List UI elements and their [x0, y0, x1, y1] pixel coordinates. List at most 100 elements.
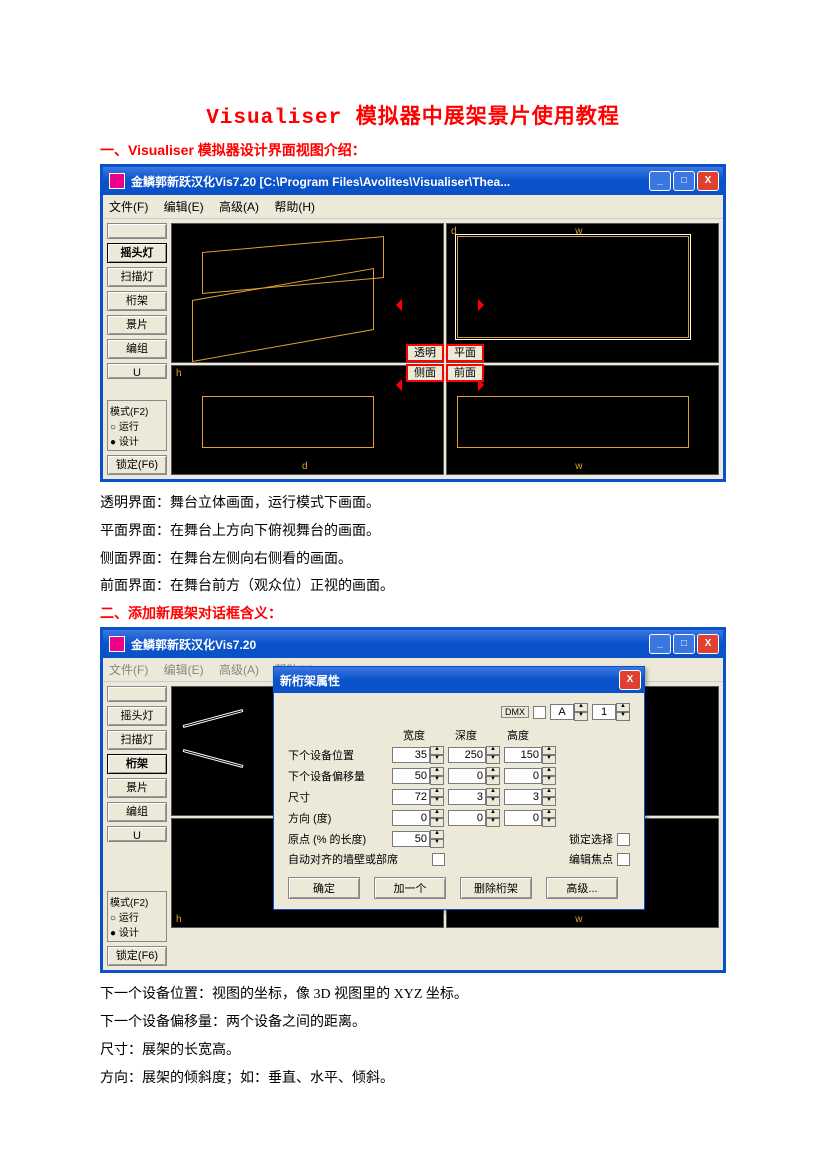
desc-direction: 方向：展架的倾斜度；如：垂直、水平、倾斜。	[100, 1067, 726, 1091]
input-pos-d[interactable]: ▲▼	[448, 746, 500, 764]
input-off-h[interactable]: ▲▼	[504, 767, 556, 785]
row-next-pos: 下个设备位置 ▲▼ ▲▼ ▲▼	[288, 746, 630, 764]
label-side: 侧面	[406, 364, 444, 382]
tool-truss[interactable]: 桁架	[107, 291, 167, 311]
app-icon	[109, 173, 125, 189]
desc-transparent: 透明界面：舞台立体画面，运行模式下画面。	[100, 492, 726, 516]
minimize-button[interactable]: _	[649, 171, 671, 191]
window-visualiser-main: 金鳞郭新跃汉化Vis7.20 [C:\Program Files\Avolite…	[100, 164, 726, 482]
label-plan: 平面	[446, 344, 484, 362]
tool-panel: 摇头灯 扫描灯 桁架 景片 编组 U 模式(F2) ○ 运行 ● 设计 锁定(F…	[107, 686, 167, 966]
menu-edit[interactable]: 编辑(E)	[164, 200, 204, 214]
tool-blank-1[interactable]	[107, 686, 167, 702]
desc-size: 尺寸：展架的长宽高。	[100, 1039, 726, 1063]
delete-button[interactable]: 删除桁架	[460, 877, 532, 899]
menu-advanced[interactable]: 高级(A)	[219, 200, 259, 214]
label-lock-sel: 锁定选择	[569, 831, 613, 847]
address-select[interactable]: ▲▼	[592, 703, 630, 721]
dmx-button[interactable]: DMX	[501, 706, 529, 718]
check-lock-sel[interactable]	[617, 833, 630, 846]
menu-file[interactable]: 文件(F)	[109, 200, 148, 214]
tool-scanner[interactable]: 扫描灯	[107, 730, 167, 750]
label-front: 前面	[446, 364, 484, 382]
desc-next-pos: 下一个设备位置：视图的坐标，像 3D 视图里的 XYZ 坐标。	[100, 983, 726, 1007]
tool-u[interactable]: U	[107, 826, 167, 842]
input-pos-w[interactable]: ▲▼	[392, 746, 444, 764]
input-size-w[interactable]: ▲▼	[392, 788, 444, 806]
desc-plan: 平面界面：在舞台上方向下俯视舞台的画面。	[100, 520, 726, 544]
tool-scenery[interactable]: 景片	[107, 315, 167, 335]
dialog-title: 新桁架属性	[280, 672, 340, 689]
tool-group[interactable]: 编组	[107, 339, 167, 359]
titlebar[interactable]: 金鳞郭新跃汉化Vis7.20 _ □ X	[103, 630, 723, 658]
tool-scenery[interactable]: 景片	[107, 778, 167, 798]
label-size: 尺寸	[288, 789, 388, 805]
tool-scanner[interactable]: 扫描灯	[107, 267, 167, 287]
app-icon	[109, 636, 125, 652]
col-width: 宽度	[403, 727, 425, 743]
titlebar[interactable]: 金鳞郭新跃汉化Vis7.20 [C:\Program Files\Avolite…	[103, 167, 723, 195]
mode-box: 模式(F2) ○ 运行 ● 设计	[107, 891, 167, 942]
input-off-w[interactable]: ▲▼	[392, 767, 444, 785]
tool-u[interactable]: U	[107, 363, 167, 379]
viewport-side[interactable]: h d	[171, 365, 444, 475]
mode-design[interactable]: ● 设计	[110, 433, 164, 448]
mode-design[interactable]: ● 设计	[110, 924, 164, 939]
dialog-close-button[interactable]: X	[619, 670, 641, 690]
input-off-d[interactable]: ▲▼	[448, 767, 500, 785]
col-height: 高度	[507, 727, 529, 743]
row-origin: 原点 (% 的长度) ▲▼ 锁定选择	[288, 830, 630, 848]
dmx-check[interactable]	[533, 706, 546, 719]
maximize-button[interactable]: □	[673, 634, 695, 654]
add-button[interactable]: 加一个	[374, 877, 446, 899]
section1-heading: 一、Visualiser 模拟器设计界面视图介绍：	[100, 140, 726, 160]
maximize-button[interactable]: □	[673, 171, 695, 191]
section2-heading: 二、添加新展架对话框含义：	[100, 603, 726, 623]
viewport-plan[interactable]: d w	[446, 223, 719, 363]
mode-header: 模式(F2)	[110, 894, 164, 909]
tool-moving-head[interactable]: 摇头灯	[107, 243, 167, 263]
row-autoalign: 自动对齐的墙壁或部席 编辑焦点	[288, 851, 630, 867]
lock-button[interactable]: 锁定(F6)	[107, 946, 167, 966]
input-dir-w[interactable]: ▲▼	[392, 809, 444, 827]
input-pos-h[interactable]: ▲▼	[504, 746, 556, 764]
input-dir-h[interactable]: ▲▼	[504, 809, 556, 827]
tool-panel: 摇头灯 扫描灯 桁架 景片 编组 U 模式(F2) ○ 运行 ● 设计 锁定(F…	[107, 223, 167, 475]
check-auto-align[interactable]	[432, 853, 445, 866]
tool-moving-head[interactable]: 摇头灯	[107, 706, 167, 726]
row-offset: 下个设备偏移量 ▲▼ ▲▼ ▲▼	[288, 767, 630, 785]
dialog-titlebar[interactable]: 新桁架属性 X	[274, 667, 644, 693]
menu-file: 文件(F)	[109, 663, 148, 677]
universe-select[interactable]: ▲▼	[550, 703, 588, 721]
row-direction: 方向 (度) ▲▼ ▲▼ ▲▼	[288, 809, 630, 827]
input-size-h[interactable]: ▲▼	[504, 788, 556, 806]
menubar: 文件(F) 编辑(E) 高级(A) 帮助(H)	[103, 195, 723, 219]
arrow-icon	[390, 299, 402, 311]
desc-offset: 下一个设备偏移量：两个设备之间的距离。	[100, 1011, 726, 1035]
input-dir-d[interactable]: ▲▼	[448, 809, 500, 827]
dialog-new-truss: 新桁架属性 X DMX ▲▼ ▲▼ 宽度 深度 高度 下个设备位置	[273, 666, 645, 910]
label-direction: 方向 (度)	[288, 810, 388, 826]
input-origin[interactable]: ▲▼	[392, 830, 444, 848]
window-title: 金鳞郭新跃汉化Vis7.20 [C:\Program Files\Avolite…	[131, 173, 510, 190]
window-visualiser-dialog: 金鳞郭新跃汉化Vis7.20 _ □ X 文件(F) 编辑(E) 高级(A) 帮…	[100, 627, 726, 973]
input-size-d[interactable]: ▲▼	[448, 788, 500, 806]
mode-run[interactable]: ○ 运行	[110, 909, 164, 924]
lock-button[interactable]: 锁定(F6)	[107, 455, 167, 475]
mode-run[interactable]: ○ 运行	[110, 418, 164, 433]
close-button[interactable]: X	[697, 634, 719, 654]
tool-truss[interactable]: 桁架	[107, 754, 167, 774]
check-edit-focus[interactable]	[617, 853, 630, 866]
viewport-perspective[interactable]	[171, 223, 444, 363]
advanced-button[interactable]: 高级...	[546, 877, 618, 899]
menu-help[interactable]: 帮助(H)	[274, 200, 315, 214]
close-button[interactable]: X	[697, 171, 719, 191]
tool-blank-1[interactable]	[107, 223, 167, 239]
tool-group[interactable]: 编组	[107, 802, 167, 822]
label-transparent: 透明	[406, 344, 444, 362]
minimize-button[interactable]: _	[649, 634, 671, 654]
menu-edit: 编辑(E)	[164, 663, 204, 677]
ok-button[interactable]: 确定	[288, 877, 360, 899]
label-offset: 下个设备偏移量	[288, 768, 388, 784]
desc-side: 侧面界面：在舞台左侧向右侧看的画面。	[100, 548, 726, 572]
